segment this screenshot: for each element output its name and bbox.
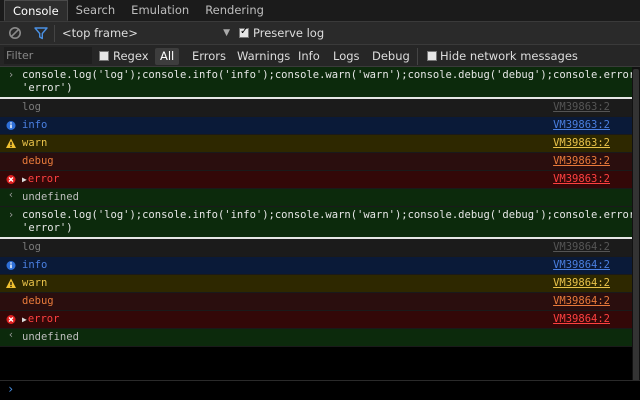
- filter-icon[interactable]: [34, 26, 48, 40]
- message-source-link[interactable]: VM39864:2: [553, 259, 610, 272]
- result-arrow-icon: ‹: [7, 189, 15, 201]
- console-message-debug: debug VM39864:2: [0, 293, 640, 311]
- message-source-link[interactable]: VM39864:2: [553, 241, 610, 254]
- message-text: log: [22, 101, 41, 113]
- tab-search[interactable]: Search: [68, 0, 124, 21]
- console-messages: › console.log('log');console.info('info'…: [0, 67, 640, 380]
- command-text: console.log('log');console.info('info');…: [22, 209, 640, 234]
- message-source-link[interactable]: VM39863:2: [553, 173, 610, 186]
- console-input[interactable]: [22, 383, 626, 400]
- console-filter-bar: Regex All Errors Warnings Info Logs Debu…: [0, 45, 640, 67]
- console-message-warn: warn VM39863:2: [0, 135, 640, 153]
- console-toolbar: <top frame> ▼ Preserve log: [0, 22, 640, 45]
- console-command[interactable]: › console.log('log');console.info('info'…: [0, 67, 640, 99]
- filter-input[interactable]: [4, 47, 92, 64]
- result-text: undefined: [22, 191, 79, 203]
- tab-rendering[interactable]: Rendering: [197, 0, 272, 21]
- message-text: error: [27, 173, 60, 185]
- tab-console[interactable]: Console: [4, 0, 68, 21]
- expand-triangle-icon[interactable]: ▶: [22, 315, 27, 324]
- message-source-link[interactable]: VM39864:2: [553, 313, 610, 326]
- chevron-down-icon: ▼: [223, 28, 230, 38]
- console-result: ‹ undefined: [0, 329, 640, 347]
- filter-separator: [417, 48, 418, 65]
- preserve-log-checkbox[interactable]: [239, 26, 249, 38]
- console-message-error[interactable]: ▶error VM39863:2: [0, 171, 640, 189]
- message-text: debug: [22, 295, 54, 307]
- level-debug[interactable]: Debug: [367, 48, 415, 65]
- error-icon: [6, 175, 16, 184]
- message-source-link[interactable]: VM39863:2: [553, 101, 610, 114]
- console-message-warn: warn VM39864:2: [0, 275, 640, 293]
- message-text: debug: [22, 155, 54, 167]
- hide-network-label: Hide network messages: [440, 49, 578, 63]
- console-result: ‹ undefined: [0, 189, 640, 207]
- command-chevron-icon: ›: [7, 69, 15, 81]
- preserve-log-label: Preserve log: [253, 26, 325, 40]
- result-arrow-icon: ‹: [7, 329, 15, 341]
- regex-checkbox[interactable]: [99, 51, 109, 61]
- level-info[interactable]: Info: [293, 48, 325, 65]
- console-message-info: info VM39864:2: [0, 257, 640, 275]
- frame-select-value: <top frame>: [62, 26, 138, 40]
- level-logs[interactable]: Logs: [328, 48, 365, 65]
- message-text: info: [22, 259, 48, 271]
- message-text: log: [22, 241, 41, 253]
- hide-network-checkbox[interactable]: [427, 51, 437, 61]
- console-message-info: info VM39863:2: [0, 117, 640, 135]
- message-text: warn: [22, 277, 48, 289]
- prompt-chevron-icon: ›: [7, 382, 15, 396]
- console-message-log: log VM39863:2: [0, 99, 640, 117]
- tab-emulation[interactable]: Emulation: [123, 0, 197, 21]
- console-command[interactable]: › console.log('log');console.info('info'…: [0, 207, 640, 239]
- warning-icon: [6, 278, 16, 288]
- devtools-tab-strip: Console Search Emulation Rendering: [0, 0, 640, 22]
- message-source-link[interactable]: VM39863:2: [553, 119, 610, 132]
- console-prompt: ›: [0, 380, 640, 400]
- message-text: error: [27, 313, 60, 325]
- frame-select[interactable]: <top frame> ▼: [62, 25, 234, 42]
- message-text: info: [22, 119, 48, 131]
- level-all[interactable]: All: [155, 48, 180, 65]
- message-source-link[interactable]: VM39864:2: [553, 295, 610, 308]
- clear-console-icon[interactable]: [8, 26, 22, 40]
- toolbar-separator: [54, 25, 55, 42]
- warning-icon: [6, 138, 16, 148]
- message-text: warn: [22, 137, 48, 149]
- message-source-link[interactable]: VM39863:2: [553, 155, 610, 168]
- command-chevron-icon: ›: [7, 209, 15, 221]
- command-text: console.log('log');console.info('info');…: [22, 69, 640, 94]
- console-scrollbar[interactable]: [632, 67, 640, 389]
- message-source-link[interactable]: VM39863:2: [553, 137, 610, 150]
- expand-triangle-icon[interactable]: ▶: [22, 175, 27, 184]
- message-source-link[interactable]: VM39864:2: [553, 277, 610, 290]
- level-errors[interactable]: Errors: [187, 48, 231, 65]
- scrollbar-thumb[interactable]: [633, 69, 639, 387]
- info-icon: [6, 121, 16, 130]
- console-message-log: log VM39864:2: [0, 239, 640, 257]
- console-message-error[interactable]: ▶error VM39864:2: [0, 311, 640, 329]
- error-icon: [6, 315, 16, 324]
- result-text: undefined: [22, 331, 79, 343]
- level-warnings[interactable]: Warnings: [232, 48, 295, 65]
- console-message-debug: debug VM39863:2: [0, 153, 640, 171]
- info-icon: [6, 261, 16, 270]
- regex-label: Regex: [113, 49, 149, 63]
